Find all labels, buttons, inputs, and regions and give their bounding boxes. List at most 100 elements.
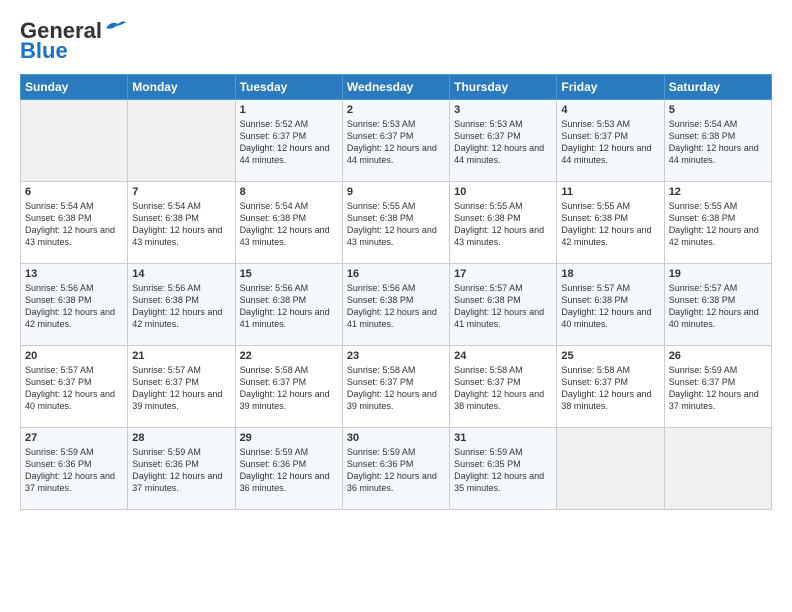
day-number: 19 <box>669 268 767 280</box>
day-detail: Sunrise: 5:59 AMSunset: 6:35 PMDaylight:… <box>454 446 552 495</box>
day-detail: Sunrise: 5:57 AMSunset: 6:38 PMDaylight:… <box>561 282 659 331</box>
day-detail: Sunrise: 5:56 AMSunset: 6:38 PMDaylight:… <box>132 282 230 331</box>
day-detail: Sunrise: 5:57 AMSunset: 6:38 PMDaylight:… <box>669 282 767 331</box>
calendar-cell: 13 Sunrise: 5:56 AMSunset: 6:38 PMDayligh… <box>21 264 128 346</box>
day-number: 31 <box>454 432 552 444</box>
week-row-2: 6 Sunrise: 5:54 AMSunset: 6:38 PMDaylight… <box>21 182 772 264</box>
logo: General Blue <box>20 18 126 64</box>
week-row-4: 20 Sunrise: 5:57 AMSunset: 6:37 PMDayligh… <box>21 346 772 428</box>
calendar-cell: 26Sunrise: 5:59 AMSunset: 6:37 PMDayligh… <box>664 346 771 428</box>
calendar-cell: 20 Sunrise: 5:57 AMSunset: 6:37 PMDayligh… <box>21 346 128 428</box>
day-detail: Sunrise: 5:58 AMSunset: 6:37 PMDaylight:… <box>561 364 659 413</box>
calendar-cell: 30 Sunrise: 5:59 AMSunset: 6:36 PMDayligh… <box>342 428 449 510</box>
day-number: 24 <box>454 350 552 362</box>
day-number: 4 <box>561 104 659 116</box>
col-header-friday: Friday <box>557 75 664 100</box>
day-number: 30 <box>347 432 445 444</box>
day-detail: Sunrise: 5:57 AMSunset: 6:37 PMDaylight:… <box>132 364 230 413</box>
day-number: 11 <box>561 186 659 198</box>
calendar-cell <box>557 428 664 510</box>
calendar-cell <box>128 100 235 182</box>
week-row-5: 27 Sunrise: 5:59 AMSunset: 6:36 PMDayligh… <box>21 428 772 510</box>
day-number: 20 <box>25 350 123 362</box>
day-detail: Sunrise: 5:56 AMSunset: 6:38 PMDaylight:… <box>240 282 338 331</box>
calendar-cell: 3 Sunrise: 5:53 AMSunset: 6:37 PMDaylight… <box>450 100 557 182</box>
calendar-cell: 8Sunrise: 5:54 AMSunset: 6:38 PMDaylight… <box>235 182 342 264</box>
day-number: 23 <box>347 350 445 362</box>
calendar-cell: 29Sunrise: 5:59 AMSunset: 6:36 PMDayligh… <box>235 428 342 510</box>
col-header-tuesday: Tuesday <box>235 75 342 100</box>
day-detail: Sunrise: 5:55 AMSunset: 6:38 PMDaylight:… <box>347 200 445 249</box>
day-detail: Sunrise: 5:53 AMSunset: 6:37 PMDaylight:… <box>347 118 445 167</box>
day-number: 2 <box>347 104 445 116</box>
day-detail: Sunrise: 5:57 AMSunset: 6:37 PMDaylight:… <box>25 364 123 413</box>
calendar-header-row: SundayMondayTuesdayWednesdayThursdayFrid… <box>21 75 772 100</box>
day-detail: Sunrise: 5:57 AMSunset: 6:38 PMDaylight:… <box>454 282 552 331</box>
day-detail: Sunrise: 5:53 AMSunset: 6:37 PMDaylight:… <box>561 118 659 167</box>
header: General Blue <box>20 18 772 64</box>
day-detail: Sunrise: 5:54 AMSunset: 6:38 PMDaylight:… <box>669 118 767 167</box>
calendar-cell: 10 Sunrise: 5:55 AMSunset: 6:38 PMDayligh… <box>450 182 557 264</box>
day-number: 12 <box>669 186 767 198</box>
day-number: 1 <box>240 104 338 116</box>
logo-blue: Blue <box>20 38 68 64</box>
day-detail: Sunrise: 5:58 AMSunset: 6:37 PMDaylight:… <box>347 364 445 413</box>
week-row-1: 1 Sunrise: 5:52 AMSunset: 6:37 PMDaylight… <box>21 100 772 182</box>
calendar-cell: 19 Sunrise: 5:57 AMSunset: 6:38 PMDayligh… <box>664 264 771 346</box>
calendar-cell: 12 Sunrise: 5:55 AMSunset: 6:38 PMDayligh… <box>664 182 771 264</box>
week-row-3: 13 Sunrise: 5:56 AMSunset: 6:38 PMDayligh… <box>21 264 772 346</box>
calendar-cell <box>664 428 771 510</box>
day-detail: Sunrise: 5:53 AMSunset: 6:37 PMDaylight:… <box>454 118 552 167</box>
day-number: 22 <box>240 350 338 362</box>
day-number: 25 <box>561 350 659 362</box>
col-header-sunday: Sunday <box>21 75 128 100</box>
calendar-cell: 27 Sunrise: 5:59 AMSunset: 6:36 PMDayligh… <box>21 428 128 510</box>
logo-bird-icon <box>104 18 126 36</box>
calendar-table: SundayMondayTuesdayWednesdayThursdayFrid… <box>20 74 772 510</box>
day-number: 9 <box>347 186 445 198</box>
day-detail: Sunrise: 5:55 AMSunset: 6:38 PMDaylight:… <box>669 200 767 249</box>
day-detail: Sunrise: 5:59 AMSunset: 6:36 PMDaylight:… <box>25 446 123 495</box>
day-detail: Sunrise: 5:58 AMSunset: 6:37 PMDaylight:… <box>240 364 338 413</box>
calendar-cell: 2 Sunrise: 5:53 AMSunset: 6:37 PMDaylight… <box>342 100 449 182</box>
calendar-cell: 6 Sunrise: 5:54 AMSunset: 6:38 PMDaylight… <box>21 182 128 264</box>
page: General Blue SundayMondayTuesdayWednesda… <box>0 0 792 612</box>
calendar-cell: 18 Sunrise: 5:57 AMSunset: 6:38 PMDayligh… <box>557 264 664 346</box>
calendar-cell: 1 Sunrise: 5:52 AMSunset: 6:37 PMDaylight… <box>235 100 342 182</box>
day-number: 29 <box>240 432 338 444</box>
col-header-monday: Monday <box>128 75 235 100</box>
day-number: 8 <box>240 186 338 198</box>
day-number: 21 <box>132 350 230 362</box>
day-number: 10 <box>454 186 552 198</box>
calendar-cell: 31 Sunrise: 5:59 AMSunset: 6:35 PMDayligh… <box>450 428 557 510</box>
day-detail: Sunrise: 5:59 AMSunset: 6:36 PMDaylight:… <box>347 446 445 495</box>
calendar-cell: 21 Sunrise: 5:57 AMSunset: 6:37 PMDayligh… <box>128 346 235 428</box>
day-detail: Sunrise: 5:59 AMSunset: 6:37 PMDaylight:… <box>669 364 767 413</box>
calendar-cell: 15Sunrise: 5:56 AMSunset: 6:38 PMDayligh… <box>235 264 342 346</box>
day-detail: Sunrise: 5:56 AMSunset: 6:38 PMDaylight:… <box>25 282 123 331</box>
day-number: 5 <box>669 104 767 116</box>
day-detail: Sunrise: 5:54 AMSunset: 6:38 PMDaylight:… <box>25 200 123 249</box>
day-number: 27 <box>25 432 123 444</box>
day-detail: Sunrise: 5:55 AMSunset: 6:38 PMDaylight:… <box>454 200 552 249</box>
day-number: 7 <box>132 186 230 198</box>
calendar-cell: 17 Sunrise: 5:57 AMSunset: 6:38 PMDayligh… <box>450 264 557 346</box>
day-detail: Sunrise: 5:59 AMSunset: 6:36 PMDaylight:… <box>132 446 230 495</box>
calendar-cell: 11Sunrise: 5:55 AMSunset: 6:38 PMDayligh… <box>557 182 664 264</box>
calendar-cell: 14Sunrise: 5:56 AMSunset: 6:38 PMDayligh… <box>128 264 235 346</box>
col-header-saturday: Saturday <box>664 75 771 100</box>
day-number: 18 <box>561 268 659 280</box>
calendar-cell: 7Sunrise: 5:54 AMSunset: 6:38 PMDaylight… <box>128 182 235 264</box>
day-number: 28 <box>132 432 230 444</box>
day-number: 6 <box>25 186 123 198</box>
calendar-cell: 28 Sunrise: 5:59 AMSunset: 6:36 PMDayligh… <box>128 428 235 510</box>
calendar-cell: 23 Sunrise: 5:58 AMSunset: 6:37 PMDayligh… <box>342 346 449 428</box>
col-header-thursday: Thursday <box>450 75 557 100</box>
day-number: 16 <box>347 268 445 280</box>
day-number: 3 <box>454 104 552 116</box>
calendar-cell: 5 Sunrise: 5:54 AMSunset: 6:38 PMDaylight… <box>664 100 771 182</box>
day-number: 17 <box>454 268 552 280</box>
calendar-cell: 9 Sunrise: 5:55 AMSunset: 6:38 PMDaylight… <box>342 182 449 264</box>
day-detail: Sunrise: 5:52 AMSunset: 6:37 PMDaylight:… <box>240 118 338 167</box>
day-number: 13 <box>25 268 123 280</box>
